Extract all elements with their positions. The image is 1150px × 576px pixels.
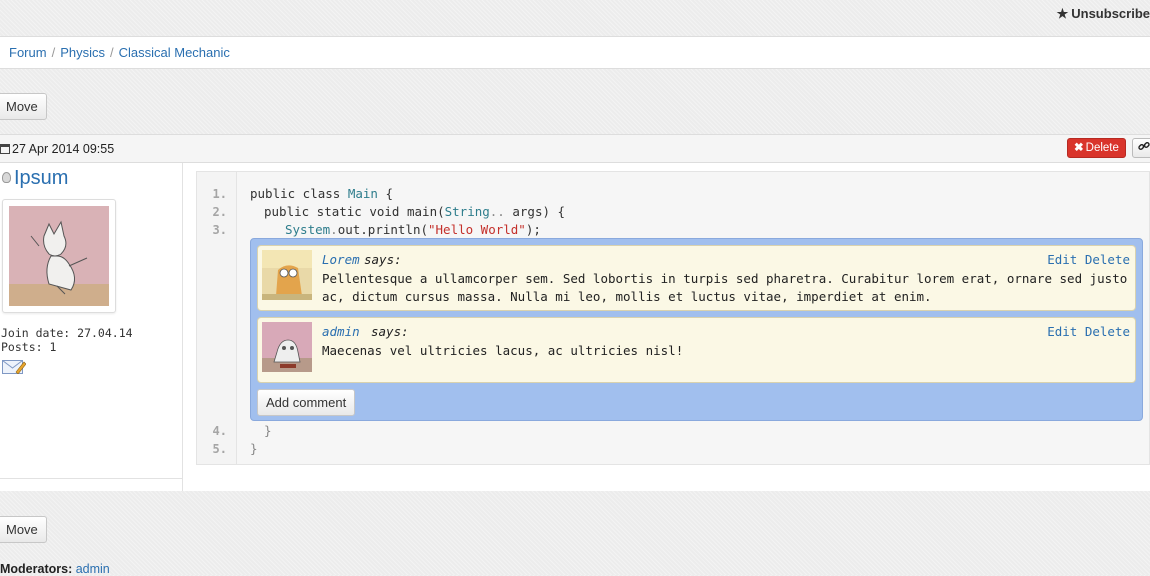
post-body: Ipsum Join date: 27.04.14 Posts: 1 1. 2.… <box>0 163 1150 491</box>
comment-item: Lorem says: Edit Delete Pellentesque a u… <box>257 245 1136 311</box>
author-avatar[interactable] <box>2 199 116 313</box>
line-number: 4. <box>212 424 227 438</box>
post-content: 1. 2. 3. 4. 5. public class Main { publi… <box>196 171 1150 465</box>
calendar-icon <box>0 144 10 154</box>
code-text: } <box>264 423 272 438</box>
mail-icon[interactable] <box>2 359 27 375</box>
code-line-1: public class Main { <box>250 186 393 201</box>
post-date: 27 Apr 2014 09:55 <box>0 142 114 156</box>
comment-says: says: <box>371 324 409 339</box>
author-post-count: Posts: 1 <box>1 340 57 354</box>
avatar-image <box>9 206 109 306</box>
code-text: } <box>250 441 258 456</box>
code-type: Main <box>347 186 378 201</box>
comment-edit-link[interactable]: Edit <box>1047 324 1077 339</box>
comments-panel: Lorem says: Edit Delete Pellentesque a u… <box>250 238 1143 421</box>
author-name[interactable]: Ipsum <box>14 167 68 189</box>
unsubscribe-label: Unsubscribe <box>1071 6 1150 21</box>
post-date-text: 27 Apr 2014 09:55 <box>12 142 115 156</box>
breadcrumb-separator: / <box>109 45 114 60</box>
moderators-label: Moderators: <box>0 562 73 576</box>
comment-delete-link[interactable]: Delete <box>1085 252 1130 267</box>
code-text: args) { <box>504 204 566 219</box>
comment-item: admin says: Edit Delete Maecenas vel ult… <box>257 317 1136 383</box>
comment-delete-link[interactable]: Delete <box>1085 324 1130 339</box>
breadcrumb-physics[interactable]: Physics <box>60 45 105 60</box>
breadcrumb-forum[interactable]: Forum <box>9 45 47 60</box>
comment-edit-link[interactable]: Edit <box>1047 252 1077 267</box>
unsubscribe-link[interactable]: ★ Unsubscribe <box>1057 6 1150 22</box>
code-line-2: public static void main(String.. args) { <box>264 204 565 219</box>
line-number: 3. <box>212 223 227 237</box>
code-text: out.println( <box>337 222 428 237</box>
author-meta: Join date: 27.04.14 Posts: 1 <box>1 326 133 354</box>
code-type: System <box>285 222 331 237</box>
comment-text: Pellentesque a ullamcorper sem. Sed lobo… <box>322 271 1128 304</box>
code-string: "Hello World" <box>428 222 526 237</box>
line-number: 1. <box>212 187 227 201</box>
code-line-5: } <box>250 441 258 456</box>
move-button-bottom[interactable]: Move <box>0 516 47 543</box>
code-text: ); <box>525 222 541 237</box>
line-number: 2. <box>212 205 227 219</box>
code-punctuation: . <box>330 222 338 237</box>
post-header: 27 Apr 2014 09:55 ✖ Delete <box>0 134 1150 163</box>
author-name-row: Ipsum <box>2 167 68 190</box>
comment-actions: Edit Delete <box>1047 252 1130 267</box>
code-line-3: System.out.println("Hello World"); <box>285 222 541 237</box>
moderators-row: Moderators: admin <box>0 562 110 576</box>
breadcrumb-separator: / <box>51 45 56 60</box>
comment-author[interactable]: Lorem <box>322 252 360 267</box>
comment-actions: Edit Delete <box>1047 324 1130 339</box>
delete-post-label: Delete <box>1085 142 1119 154</box>
author-panel: Ipsum Join date: 27.04.14 Posts: 1 <box>0 163 183 491</box>
comment-avatar[interactable] <box>262 250 312 300</box>
comment-says: says: <box>364 252 402 267</box>
delete-post-button[interactable]: ✖ Delete <box>1067 138 1126 158</box>
comment-text: Maecenas vel ultricies lacus, ac ultrici… <box>322 343 684 358</box>
divider <box>0 478 183 479</box>
close-icon: ✖ <box>1074 142 1084 154</box>
link-icon <box>1138 141 1150 155</box>
line-number: 5. <box>212 442 227 456</box>
code-type: String <box>444 204 490 219</box>
code-keyword: public class <box>250 186 348 201</box>
add-comment-button[interactable]: Add comment <box>257 389 356 416</box>
permalink-button[interactable] <box>1132 138 1150 158</box>
code-keyword: public static void main( <box>264 204 445 219</box>
code-line-4: } <box>264 423 272 438</box>
move-button-top[interactable]: Move <box>0 93 47 120</box>
code-punctuation: .. <box>489 204 505 219</box>
top-strip: ★ Unsubscribe <box>0 0 1150 36</box>
breadcrumb: Forum / Physics / Classical Mechanic <box>0 36 1150 69</box>
moderator-link[interactable]: admin <box>76 562 110 576</box>
comment-author[interactable]: admin <box>322 324 360 339</box>
code-text: { <box>377 186 394 201</box>
breadcrumb-classical-mechanic[interactable]: Classical Mechanic <box>119 45 230 60</box>
comment-avatar[interactable] <box>262 322 312 372</box>
author-join-date: Join date: 27.04.14 <box>1 326 133 340</box>
star-icon: ★ <box>1056 6 1069 21</box>
offline-bulb-icon <box>2 172 11 183</box>
line-number-gutter: 1. 2. 3. 4. 5. <box>197 172 237 464</box>
